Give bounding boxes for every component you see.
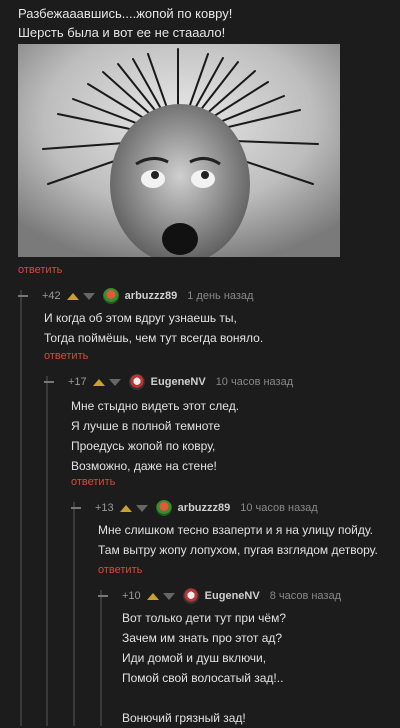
comment-rating: +17 (68, 376, 87, 388)
upvote-icon[interactable] (146, 592, 159, 600)
comment-line: Иди домой и душ включи, (122, 651, 267, 665)
comment-line: Я лучше в полной темноте (71, 419, 221, 433)
comment-username[interactable]: arbuzzz89 (125, 290, 178, 302)
comment-line: Зачем им знать про этот ад? (122, 631, 283, 645)
comment-body: Мне стыдно видеть этот след. Я лучше в п… (71, 396, 239, 476)
downvote-icon[interactable] (108, 378, 121, 386)
collapse-icon[interactable] (71, 507, 81, 509)
upvote-icon[interactable] (119, 504, 132, 512)
comment-body: И когда об этом вдруг узнаешь ты, Тогда … (44, 308, 263, 348)
comment-line: Тогда поймёшь, чем тут всегда воняло. (44, 331, 264, 345)
post-text: Разбежааавшись....жопой по ковру! Шерсть… (18, 4, 232, 42)
comment-header: +42 arbuzzz89 1 день назад (18, 288, 253, 304)
cartoon-avatar-icon[interactable] (128, 374, 145, 390)
thread-line[interactable] (46, 376, 48, 726)
upvote-icon[interactable] (92, 378, 105, 386)
watermelon-avatar-icon[interactable] (102, 288, 119, 304)
thread-line[interactable] (100, 590, 102, 726)
collapse-icon[interactable] (98, 595, 108, 597)
collapse-icon[interactable] (18, 295, 28, 297)
comment-rating: +13 (95, 502, 114, 514)
comment-header: +10 EugeneNV 8 часов назад (98, 588, 341, 604)
comment-line: Там вытру жопу лопухом, пугая взглядом д… (98, 543, 378, 557)
comment-reply-link[interactable]: ответить (71, 476, 115, 488)
comment-line: Мне стыдно видеть этот след. (71, 399, 240, 413)
comment-time: 10 часов назад (215, 376, 294, 388)
comment-rating: +10 (122, 590, 141, 602)
comment-line: Проедусь жопой по ковру, (71, 439, 216, 453)
collapse-icon[interactable] (44, 381, 54, 383)
comment-username[interactable]: arbuzzz89 (178, 502, 231, 514)
comment-line: Возможно, даже на стене! (71, 459, 217, 473)
comment-line: Помой свой волосатый зад!.. (122, 671, 284, 685)
comment-header: +13 arbuzzz89 10 часов назад (71, 500, 318, 516)
post-text-line: Шерсть была и вот ее не стаaало! (18, 25, 226, 40)
comment-time: 10 часов назад (240, 502, 318, 514)
upvote-icon[interactable] (66, 292, 79, 300)
comment-body: Мне слишком тесно взаперти и я на улицу … (98, 520, 378, 560)
downvote-icon[interactable] (162, 592, 175, 600)
comment-body: Вот только дети тут при чём? Зачем им зн… (122, 608, 286, 728)
comment-line: Вот только дети тут при чём? (122, 611, 286, 625)
comment-line: И когда об этом вдруг узнаешь ты, (44, 311, 237, 325)
thread-line[interactable] (73, 502, 75, 726)
comment-username[interactable]: EugeneNV (151, 376, 206, 388)
comment-line: Вонючий грязный зад! (122, 711, 246, 725)
watermelon-avatar-icon[interactable] (155, 500, 172, 516)
post-image (18, 44, 340, 257)
post-text-line: Разбежааавшись....жопой по ковру! (18, 6, 233, 21)
comment-line: Мне слишком тесно взаперти и я на улицу … (98, 523, 373, 537)
comment-line (122, 688, 286, 708)
comment-rating: +42 (42, 290, 61, 302)
downvote-icon[interactable] (82, 292, 95, 300)
comment-header: +17 EugeneNV 10 часов назад (44, 374, 293, 390)
comment-reply-link[interactable]: ответить (44, 350, 88, 362)
comment-time: 8 часов назад (269, 590, 341, 602)
post-reply-link[interactable]: ответить (18, 264, 62, 276)
comment-username[interactable]: EugeneNV (205, 590, 260, 602)
downvote-icon[interactable] (135, 504, 148, 512)
comment-reply-link[interactable]: ответить (98, 564, 142, 576)
comment-time: 1 день назад (187, 290, 254, 302)
thread-line[interactable] (20, 290, 22, 726)
cartoon-avatar-icon[interactable] (182, 588, 199, 604)
